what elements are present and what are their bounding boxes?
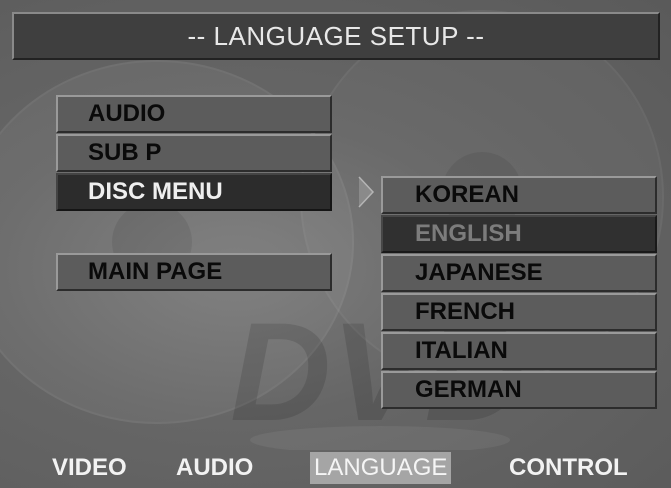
main-page-button[interactable]: MAIN PAGE bbox=[56, 253, 332, 291]
language-setup-screen: DVD -- LANGUAGE SETUP -- AUDIO SUB P DIS… bbox=[0, 0, 671, 488]
language-option-italian[interactable]: ITALIAN bbox=[381, 332, 657, 370]
tab-audio[interactable]: AUDIO bbox=[172, 452, 257, 484]
menu-item-sub-p[interactable]: SUB P bbox=[56, 134, 332, 172]
language-option-english[interactable]: ENGLISH bbox=[381, 215, 657, 253]
language-option-japanese[interactable]: JAPANESE bbox=[381, 254, 657, 292]
language-option-korean[interactable]: KOREAN bbox=[381, 176, 657, 214]
language-option-french[interactable]: FRENCH bbox=[381, 293, 657, 331]
page-title: -- LANGUAGE SETUP -- bbox=[12, 12, 660, 60]
tab-video[interactable]: VIDEO bbox=[48, 452, 131, 484]
tab-language[interactable]: LANGUAGE bbox=[310, 452, 452, 484]
menu-item-disc-menu[interactable]: DISC MENU bbox=[56, 173, 332, 211]
chevron-right-icon bbox=[358, 176, 375, 208]
language-option-german[interactable]: GERMAN bbox=[381, 371, 657, 409]
tab-control[interactable]: CONTROL bbox=[505, 452, 632, 484]
bottom-tab-bar: VIDEO AUDIO LANGUAGE CONTROL bbox=[0, 448, 671, 488]
menu-item-audio[interactable]: AUDIO bbox=[56, 95, 332, 133]
